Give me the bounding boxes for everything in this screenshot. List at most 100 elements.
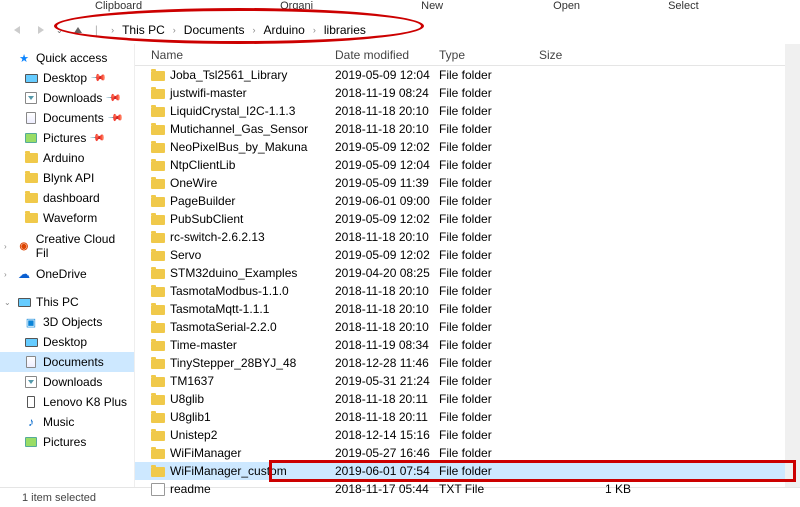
nav-desktop[interactable]: Desktop📌 xyxy=(0,68,134,88)
nav-documents[interactable]: Documents📌 xyxy=(0,108,134,128)
ribbon-new: New xyxy=(421,0,443,12)
file-row[interactable]: WiFiManager2019-05-27 16:46File folder xyxy=(135,444,800,462)
file-name: LiquidCrystal_I2C-1.1.3 xyxy=(170,104,295,118)
folder-icon xyxy=(151,251,165,261)
file-name: PubSubClient xyxy=(170,212,243,226)
file-type: File folder xyxy=(439,320,539,334)
file-date: 2018-11-18 20:10 xyxy=(335,284,439,298)
ribbon-organize: Organi xyxy=(280,0,313,12)
file-row[interactable]: U8glib12018-11-18 20:11File folder xyxy=(135,408,800,426)
breadcrumb[interactable]: › This PC › Documents › Arduino › librar… xyxy=(106,20,371,40)
address-bar: ⌄ | › This PC › Documents › Arduino › li… xyxy=(0,16,800,44)
file-row[interactable]: TinyStepper_28BYJ_482018-12-28 11:46File… xyxy=(135,354,800,372)
file-row[interactable]: TasmotaModbus-1.1.02018-11-18 20:10File … xyxy=(135,282,800,300)
nav-history[interactable]: ⌄ xyxy=(56,26,63,35)
folder-icon xyxy=(151,377,165,387)
file-date: 2019-06-01 07:54 xyxy=(335,464,439,478)
file-row[interactable]: Servo2019-05-09 12:02File folder xyxy=(135,246,800,264)
nav-lenovo[interactable]: Lenovo K8 Plus xyxy=(0,392,134,412)
file-type: File folder xyxy=(439,158,539,172)
file-type: File folder xyxy=(439,212,539,226)
folder-icon xyxy=(151,323,165,333)
folder-icon xyxy=(151,395,165,405)
crumb-libraries[interactable]: libraries xyxy=(321,22,369,38)
file-type: File folder xyxy=(439,428,539,442)
file-row[interactable]: readme2018-11-17 05:44TXT File1 KB xyxy=(135,480,800,498)
file-type: File folder xyxy=(439,392,539,406)
nav-back[interactable] xyxy=(8,21,26,39)
crumb-arduino[interactable]: Arduino xyxy=(260,22,307,38)
file-type: File folder xyxy=(439,68,539,82)
file-type: File folder xyxy=(439,374,539,388)
file-type: File folder xyxy=(439,176,539,190)
file-row[interactable]: Unistep22018-12-14 15:16File folder xyxy=(135,426,800,444)
file-row[interactable]: Mutichannel_Gas_Sensor2018-11-18 20:10Fi… xyxy=(135,120,800,138)
folder-icon xyxy=(151,431,165,441)
nav-dashboard[interactable]: dashboard xyxy=(0,188,134,208)
file-row[interactable]: NtpClientLib2019-05-09 12:04File folder xyxy=(135,156,800,174)
header-date[interactable]: Date modified xyxy=(335,48,439,62)
file-date: 2019-05-09 12:02 xyxy=(335,140,439,154)
file-row[interactable]: TasmotaMqtt-1.1.12018-11-18 20:10File fo… xyxy=(135,300,800,318)
file-name: justwifi-master xyxy=(170,86,247,100)
address-separator: | xyxy=(93,23,100,38)
folder-icon xyxy=(151,89,165,99)
nav-forward[interactable] xyxy=(32,21,50,39)
file-row[interactable]: TM16372019-05-31 21:24File folder xyxy=(135,372,800,390)
file-row[interactable]: Time-master2018-11-19 08:34File folder xyxy=(135,336,800,354)
nav-downloads2[interactable]: Downloads xyxy=(0,372,134,392)
nav-pictures[interactable]: Pictures📌 xyxy=(0,128,134,148)
file-date: 2019-05-09 12:04 xyxy=(335,68,439,82)
file-name: TasmotaSerial-2.2.0 xyxy=(170,320,277,334)
file-row[interactable]: STM32duino_Examples2019-04-20 08:25File … xyxy=(135,264,800,282)
crumb-thispc[interactable]: This PC xyxy=(119,22,168,38)
file-row[interactable]: U8glib2018-11-18 20:11File folder xyxy=(135,390,800,408)
nav-up[interactable] xyxy=(69,21,87,39)
nav-desktop2[interactable]: Desktop xyxy=(0,332,134,352)
nav-3dobjects[interactable]: ▣3D Objects xyxy=(0,312,134,332)
file-name: U8glib xyxy=(170,392,204,406)
file-row[interactable]: PageBuilder2019-06-01 09:00File folder xyxy=(135,192,800,210)
nav-thispc[interactable]: ⌄This PC xyxy=(0,292,134,312)
file-date: 2019-05-09 12:02 xyxy=(335,248,439,262)
file-row[interactable]: TasmotaSerial-2.2.02018-11-18 20:10File … xyxy=(135,318,800,336)
nav-music[interactable]: ♪Music xyxy=(0,412,134,432)
chevron-right-icon: › xyxy=(310,24,319,36)
nav-blynk[interactable]: Blynk API xyxy=(0,168,134,188)
nav-waveform[interactable]: Waveform xyxy=(0,208,134,228)
file-row[interactable]: OneWire2019-05-09 11:39File folder xyxy=(135,174,800,192)
file-row[interactable]: PubSubClient2019-05-09 12:02File folder xyxy=(135,210,800,228)
header-type[interactable]: Type xyxy=(439,48,539,62)
crumb-documents[interactable]: Documents xyxy=(181,22,248,38)
file-row[interactable]: NeoPixelBus_by_Makuna2019-05-09 12:02Fil… xyxy=(135,138,800,156)
file-name: Unistep2 xyxy=(170,428,217,442)
file-row[interactable]: WiFiManager_custom2019-06-01 07:54File f… xyxy=(135,462,800,480)
column-headers: Name Date modified Type Size xyxy=(135,44,800,66)
file-type: File folder xyxy=(439,122,539,136)
file-name: WiFiManager xyxy=(170,446,241,460)
nav-documents2[interactable]: Documents xyxy=(0,352,134,372)
chevron-right-icon: › xyxy=(249,24,258,36)
file-name: Joba_Tsl2561_Library xyxy=(170,68,287,82)
file-row[interactable]: rc-switch-2.6.2.132018-11-18 20:10File f… xyxy=(135,228,800,246)
header-size[interactable]: Size xyxy=(539,48,639,62)
nav-downloads[interactable]: Downloads📌 xyxy=(0,88,134,108)
file-date: 2019-05-27 16:46 xyxy=(335,446,439,460)
scrollbar-vertical[interactable] xyxy=(785,44,800,487)
header-name[interactable]: Name xyxy=(135,48,335,62)
nav-quick-access[interactable]: ★Quick access xyxy=(0,48,134,68)
file-date: 2018-12-28 11:46 xyxy=(335,356,439,370)
nav-pictures2[interactable]: Pictures xyxy=(0,432,134,452)
nav-creative-cloud[interactable]: ›◉Creative Cloud Fil xyxy=(0,236,134,256)
file-name: TasmotaMqtt-1.1.1 xyxy=(170,302,269,316)
file-row[interactable]: LiquidCrystal_I2C-1.1.32018-11-18 20:10F… xyxy=(135,102,800,120)
file-row[interactable]: Joba_Tsl2561_Library 2019-05-09 12:04File… xyxy=(135,66,800,84)
folder-icon xyxy=(151,125,165,135)
file-row[interactable]: justwifi-master2018-11-19 08:24File fold… xyxy=(135,84,800,102)
folder-icon xyxy=(151,71,165,81)
file-date: 2019-06-01 09:00 xyxy=(335,194,439,208)
chevron-right-icon: › xyxy=(108,24,117,36)
nav-onedrive[interactable]: ›☁OneDrive xyxy=(0,264,134,284)
file-name: Servo xyxy=(170,248,201,262)
nav-arduino[interactable]: Arduino xyxy=(0,148,134,168)
